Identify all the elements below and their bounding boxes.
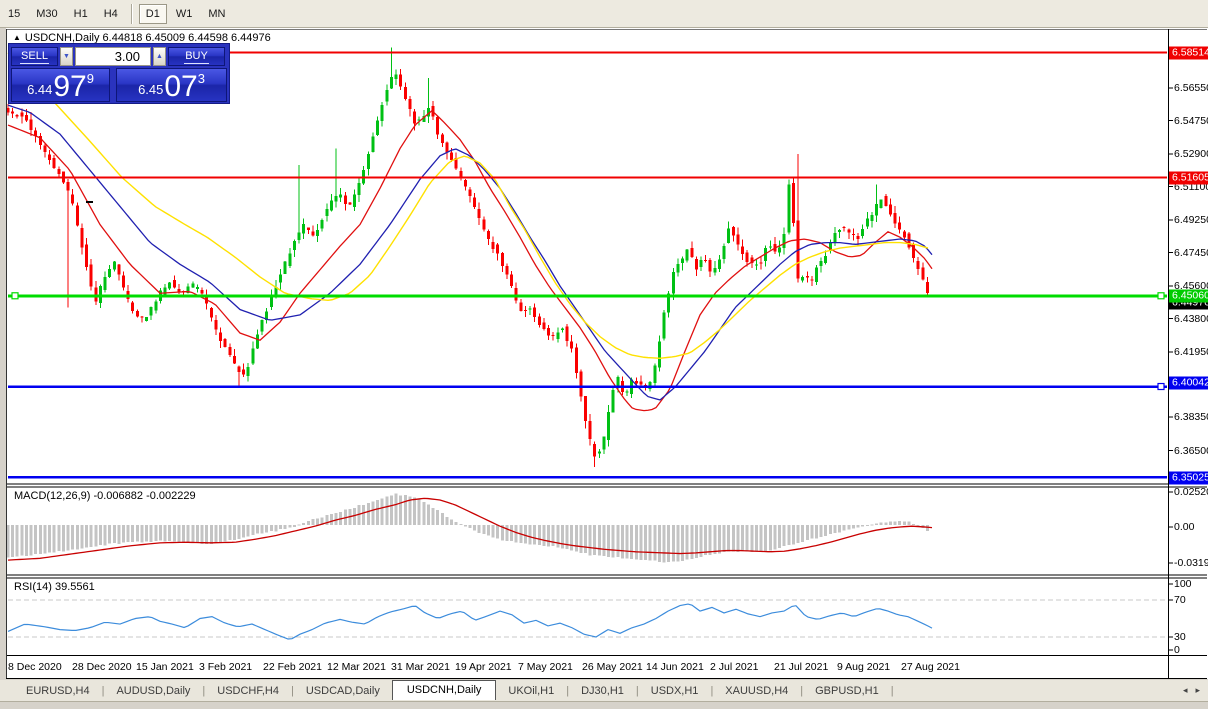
date-label: 27 Aug 2021 [901,661,960,673]
buy-price-display[interactable]: 6.45 07 3 [116,68,227,102]
date-label: 14 Jun 2021 [646,661,704,673]
chart-tab-usdcad-daily[interactable]: USDCAD,Daily [294,682,392,700]
chart-tab-xauusd-h4[interactable]: XAUUSD,H4 [713,682,800,700]
sell-price-display[interactable]: 6.44 97 9 [11,68,110,102]
date-label: 3 Feb 2021 [199,661,252,673]
volume-down-icon: ▼ [63,53,70,60]
sell-price-big: 97 [53,74,86,100]
rsi-axis-label: 100 [1174,578,1192,590]
date-label: 9 Aug 2021 [837,661,890,673]
price-tick-label: 6.49250 [1174,214,1208,226]
chart-tab-eurusd-h4[interactable]: EURUSD,H4 [14,682,102,700]
rsi-axis-label: 70 [1174,594,1186,606]
price-line-label: 6.51605 [1169,171,1208,184]
macd-axis-label: 0.00 [1174,521,1194,533]
price-tick-label: 6.43800 [1174,313,1208,325]
price-tick-label: 6.56550 [1174,82,1208,94]
volume-decrease-button[interactable]: ▼ [60,47,73,66]
chart-svg[interactable] [0,0,1208,709]
date-label: 21 Jul 2021 [774,661,828,673]
one-click-trading-panel: SELL ▼ 3.00 ▲ BUY 6.44 97 9 6.45 07 3 [8,43,230,104]
price-tick-label: 6.38350 [1174,411,1208,423]
chart-tab-gbpusd-h1[interactable]: GBPUSD,H1 [803,682,891,700]
chart-tab-usdcnh-daily[interactable]: USDCNH,Daily [392,680,497,700]
price-line-label: 6.45060 [1169,290,1208,303]
tab-scroll-right-icon[interactable]: ▸ [1195,685,1200,696]
sell-price-prefix: 6.44 [27,82,52,97]
rsi-indicator-label: RSI(14) 39.5561 [14,581,95,593]
tab-scroll-arrows: ◂ ▸ [1183,685,1200,696]
chart-tab-dj30-h1[interactable]: DJ30,H1 [569,682,636,700]
chart-tab-usdx-h1[interactable]: USDX,H1 [639,682,711,700]
buy-price-pip: 3 [198,71,205,86]
price-tick-label: 6.47450 [1174,247,1208,259]
symbol-marker-icon: ▲ [13,33,21,42]
price-tick-label: 6.36500 [1174,445,1208,457]
date-label: 31 Mar 2021 [391,661,450,673]
chart-tab-audusd-daily[interactable]: AUDUSD,Daily [104,682,202,700]
date-label: 12 Mar 2021 [327,661,386,673]
date-label: 2 Jul 2021 [710,661,758,673]
rsi-axis-label: 30 [1174,631,1186,643]
macd-axis-label: -0.03198 [1174,557,1208,569]
trading-platform-window: 15M30H1H4D1W1MN ▲USDCNH,Daily 6.44818 6.… [0,0,1208,709]
price-line-label: 6.35025 [1169,471,1208,484]
date-label: 15 Jan 2021 [136,661,194,673]
date-label: 7 May 2021 [518,661,573,673]
date-label: 19 Apr 2021 [455,661,512,673]
price-tick-label: 6.41950 [1174,346,1208,358]
rsi-axis-label: 0 [1174,644,1180,656]
tab-separator: | [891,685,894,697]
date-label: 22 Feb 2021 [263,661,322,673]
macd-axis-label: 0.025209 [1174,486,1208,498]
date-label: 26 May 2021 [582,661,643,673]
tab-scroll-left-icon[interactable]: ◂ [1183,685,1188,696]
buy-button[interactable]: BUY [168,47,225,66]
price-tick-label: 6.54750 [1174,115,1208,127]
sell-button[interactable]: SELL [11,47,58,66]
status-strip [0,701,1208,709]
date-label: 28 Dec 2020 [72,661,132,673]
volume-increase-button[interactable]: ▲ [153,47,166,66]
date-label: 8 Dec 2020 [8,661,62,673]
chart-tab-usdchf-h4[interactable]: USDCHF,H4 [205,682,291,700]
chart-tab-ukoil-h1[interactable]: UKOil,H1 [496,682,566,700]
chart-tab-bar: EURUSD,H4|AUDUSD,Daily|USDCHF,H4|USDCAD,… [0,680,1208,701]
buy-price-big: 07 [164,74,197,100]
price-tick-label: 6.52900 [1174,148,1208,160]
macd-indicator-label: MACD(12,26,9) -0.006882 -0.002229 [14,490,196,502]
price-line-label: 6.40042 [1169,377,1208,390]
volume-input[interactable]: 3.00 [75,47,151,66]
volume-up-icon: ▲ [156,53,163,60]
buy-price-prefix: 6.45 [138,82,163,97]
sell-price-pip: 9 [87,71,94,86]
price-line-label: 6.58514 [1169,46,1208,59]
